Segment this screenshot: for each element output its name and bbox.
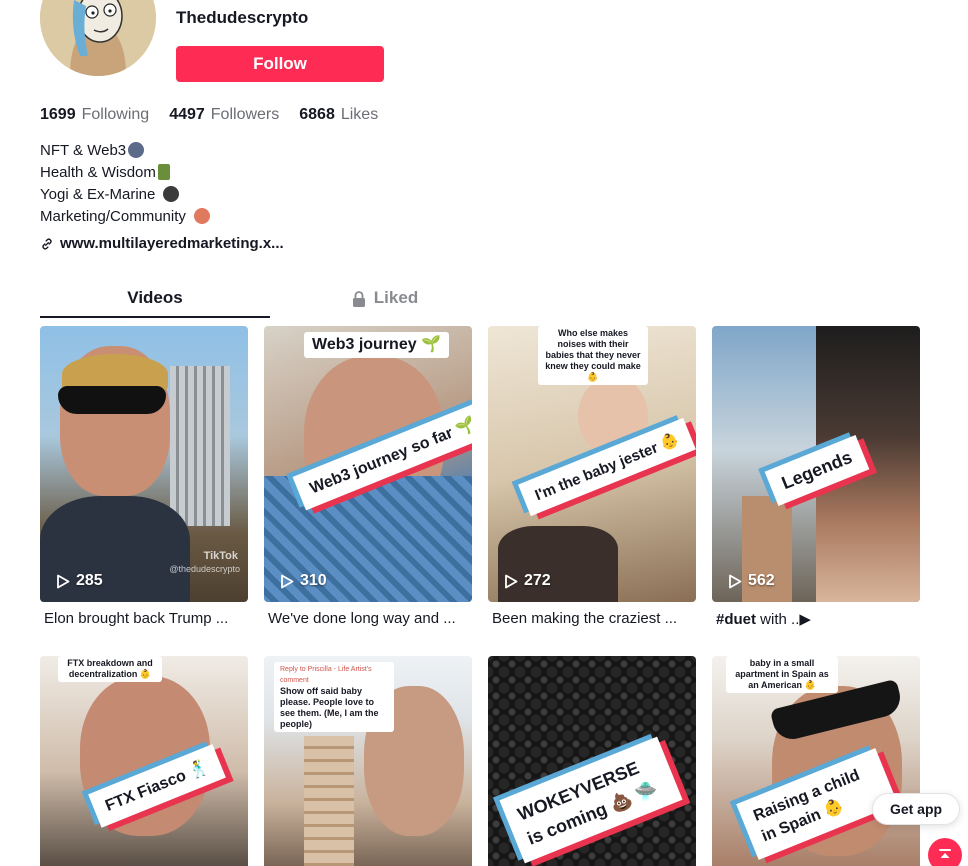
- stat-followers[interactable]: 4497 Followers: [169, 106, 279, 124]
- bio-line: Yogi & Ex-Marine: [40, 184, 210, 206]
- followers-count: 4497: [169, 106, 205, 123]
- ninja-emoji-icon: [163, 186, 180, 202]
- video-caption: Elon brought back Trump ...: [44, 610, 229, 627]
- stat-likes: 6868 Likes: [299, 106, 378, 124]
- seedling-emoji-icon: [157, 164, 170, 180]
- comment-sticker-text: Show off said baby please. People love t…: [280, 686, 379, 729]
- video-sticker: baby in a small apartment in Spain as an…: [726, 656, 838, 693]
- arrow-up-icon: [939, 849, 951, 858]
- bio-line-text: NFT & Web3: [40, 142, 127, 159]
- video-card[interactable]: Reply to Priscilla - Life Artist's comme…: [264, 656, 472, 866]
- bio-line: Health & Wisdom: [40, 162, 210, 184]
- followers-label: Followers: [210, 106, 280, 123]
- video-card[interactable]: TikTok @thedudescrypto 285 Elon brought …: [40, 326, 248, 627]
- tab-liked-label: Liked: [373, 288, 419, 307]
- face-emoji-icon: [193, 208, 210, 224]
- video-thumbnail: Web3 journey 🌱 Web3 journey so far 🌱 310: [264, 326, 472, 602]
- video-sticker: Who else makes noises with their babies …: [538, 326, 648, 385]
- video-sticker: FTX breakdown and decentralization 👶: [58, 656, 162, 682]
- bio-line-text: Yogi & Ex-Marine: [40, 186, 156, 203]
- play-icon: [281, 574, 294, 588]
- profile-link[interactable]: www.multilayeredmarketing.x...: [40, 235, 284, 252]
- bio-line: Marketing/Community: [40, 206, 210, 228]
- view-count-value: 272: [524, 572, 551, 589]
- following-label: Following: [81, 106, 150, 123]
- comment-sticker: Reply to Priscilla - Life Artist's comme…: [274, 662, 394, 732]
- bio: NFT & Web3 Health & Wisdom Yogi & Ex-Mar…: [40, 140, 210, 228]
- bio-line: NFT & Web3: [40, 140, 210, 162]
- stat-following[interactable]: 1699 Following: [40, 106, 149, 124]
- avatar[interactable]: [40, 0, 156, 76]
- video-thumbnail: Legends 562: [712, 326, 920, 602]
- video-thumbnail: TikTok @thedudescrypto 285: [40, 326, 248, 602]
- profile-tabs: Videos Liked: [40, 284, 500, 318]
- view-count: 272: [504, 572, 551, 590]
- video-thumbnail: FTX breakdown and decentralization 👶 FTX…: [40, 656, 248, 866]
- bio-line-text: Health & Wisdom: [40, 164, 156, 181]
- video-card[interactable]: Legends 562 #duet with ..▶: [712, 326, 920, 628]
- video-caption: Been making the craziest ...: [492, 610, 678, 627]
- video-card[interactable]: WOKEYVERSE is coming 💩 🛸: [488, 656, 696, 866]
- video-card[interactable]: Web3 journey 🌱 Web3 journey so far 🌱 310…: [264, 326, 472, 627]
- video-tag: WOKEYVERSE is coming 💩 🛸: [499, 736, 683, 864]
- back-to-top-button[interactable]: [928, 838, 962, 866]
- view-count-value: 310: [300, 572, 327, 589]
- view-count: 310: [280, 572, 327, 590]
- play-icon: [505, 574, 518, 588]
- view-count-value: 285: [76, 572, 103, 589]
- bio-line-text: Marketing/Community: [40, 208, 186, 225]
- link-icon: [42, 238, 52, 249]
- tab-liked[interactable]: Liked: [270, 284, 500, 318]
- profile-stats: 1699 Following 4497 Followers 6868 Likes: [40, 106, 378, 124]
- video-card[interactable]: baby in a small apartment in Spain as an…: [712, 656, 920, 866]
- video-thumbnail: Reply to Priscilla - Life Artist's comme…: [264, 656, 472, 866]
- comment-sticker-header: Reply to Priscilla - Life Artist's comme…: [280, 666, 372, 684]
- follow-button[interactable]: Follow: [176, 46, 384, 82]
- video-sticker: Web3 journey 🌱: [304, 332, 449, 358]
- video-caption-text: with ..▶: [756, 611, 811, 628]
- video-card[interactable]: Who else makes noises with their babies …: [488, 326, 696, 627]
- video-thumbnail: Who else makes noises with their babies …: [488, 326, 696, 602]
- tab-videos[interactable]: Videos: [40, 284, 270, 318]
- video-thumbnail: WOKEYVERSE is coming 💩 🛸: [488, 656, 696, 866]
- video-caption: #duet with ..▶: [712, 610, 920, 628]
- hashtag[interactable]: #duet: [716, 611, 756, 628]
- cat-emoji-icon: [128, 142, 145, 158]
- video-card[interactable]: FTX breakdown and decentralization 👶 FTX…: [40, 656, 248, 866]
- video-thumbnail: baby in a small apartment in Spain as an…: [712, 656, 920, 866]
- tab-videos-label: Videos: [127, 288, 183, 307]
- video-caption: We've done long way and ...: [268, 610, 456, 627]
- play-icon: [729, 574, 742, 588]
- following-count: 1699: [40, 106, 76, 123]
- username: Thedudescrypto: [176, 8, 309, 27]
- lock-icon: [352, 291, 365, 307]
- likes-label: Likes: [340, 106, 379, 123]
- get-app-button[interactable]: Get app: [872, 793, 960, 825]
- play-icon: [57, 574, 70, 588]
- likes-count: 6868: [299, 106, 335, 123]
- view-count: 285: [56, 572, 103, 590]
- tiktok-watermark: TikTok: [203, 550, 238, 562]
- view-count: 562: [728, 572, 775, 590]
- watermark-username: @thedudescrypto: [169, 564, 240, 574]
- view-count-value: 562: [748, 572, 775, 589]
- profile-link-text: www.multilayeredmarketing.x...: [60, 235, 284, 252]
